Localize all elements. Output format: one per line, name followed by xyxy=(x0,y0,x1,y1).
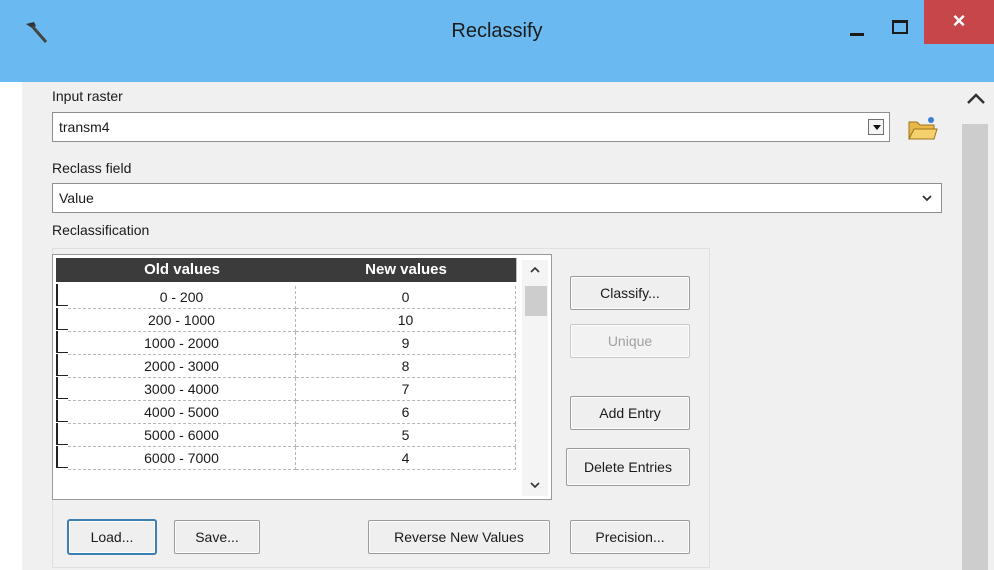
input-raster-dropdown-icon[interactable] xyxy=(868,119,884,135)
open-folder-icon[interactable] xyxy=(904,112,940,144)
row-handle[interactable] xyxy=(56,308,68,330)
reclass-field-value: Value xyxy=(59,190,94,206)
table-cell-new[interactable]: 7 xyxy=(296,378,516,401)
table-cell-new[interactable]: 6 xyxy=(296,401,516,424)
input-raster-label: Input raster xyxy=(52,88,123,104)
table-cell-old[interactable]: 3000 - 4000 xyxy=(68,378,296,401)
input-raster-field[interactable]: transm4 xyxy=(52,112,890,142)
row-handle[interactable] xyxy=(56,423,68,445)
reclass-field-label: Reclass field xyxy=(52,160,132,176)
reverse-new-values-button[interactable]: Reverse New Values xyxy=(368,520,550,554)
table-cell-new[interactable]: 5 xyxy=(296,424,516,447)
table-cell-old[interactable]: 5000 - 6000 xyxy=(68,424,296,447)
row-handle[interactable] xyxy=(56,446,68,468)
input-raster-value: transm4 xyxy=(59,119,110,135)
save-button[interactable]: Save... xyxy=(174,520,260,554)
row-handle[interactable] xyxy=(56,377,68,399)
table-cell-new[interactable]: 4 xyxy=(296,447,516,470)
table-cell-old[interactable]: 2000 - 3000 xyxy=(68,355,296,378)
column-header-new-values[interactable]: New values xyxy=(296,258,517,282)
table-cell-new[interactable]: 10 xyxy=(296,309,516,332)
chevron-down-icon[interactable] xyxy=(922,193,932,203)
table-cell-old[interactable]: 0 - 200 xyxy=(68,286,296,309)
unique-button[interactable]: Unique xyxy=(570,324,690,358)
close-button[interactable]: × xyxy=(924,0,994,44)
add-entry-button[interactable]: Add Entry xyxy=(570,396,690,430)
table-scroll-thumb[interactable] xyxy=(525,286,547,316)
reclassification-label: Reclassification xyxy=(52,222,150,238)
load-button[interactable]: Load... xyxy=(68,520,156,554)
table-cell-new[interactable]: 9 xyxy=(296,332,516,355)
precision-button[interactable]: Precision... xyxy=(570,520,690,554)
table-cell-old[interactable]: 6000 - 7000 xyxy=(68,447,296,470)
row-handle[interactable] xyxy=(56,331,68,353)
row-handle[interactable] xyxy=(56,400,68,422)
table-cell-new[interactable]: 8 xyxy=(296,355,516,378)
row-handle[interactable] xyxy=(56,284,68,306)
table-cell-old[interactable]: 200 - 1000 xyxy=(68,309,296,332)
table-scroll-up-icon[interactable] xyxy=(528,263,542,277)
maximize-button[interactable] xyxy=(882,14,916,40)
table-corner xyxy=(56,258,68,282)
table-cell-old[interactable]: 1000 - 2000 xyxy=(68,332,296,355)
reclass-field-select[interactable]: Value xyxy=(52,183,942,213)
dialog-scroll-thumb[interactable] xyxy=(962,124,988,570)
scroll-up-arrow-icon[interactable] xyxy=(958,88,994,110)
minimize-button[interactable] xyxy=(840,22,874,44)
delete-entries-button[interactable]: Delete Entries xyxy=(566,448,690,486)
table-cell-new[interactable]: 0 xyxy=(296,286,516,309)
table-scroll-down-icon[interactable] xyxy=(528,478,542,492)
table-cell-old[interactable]: 4000 - 5000 xyxy=(68,401,296,424)
column-header-old-values[interactable]: Old values xyxy=(68,258,297,282)
row-handle[interactable] xyxy=(56,354,68,376)
classify-button[interactable]: Classify... xyxy=(570,276,690,310)
